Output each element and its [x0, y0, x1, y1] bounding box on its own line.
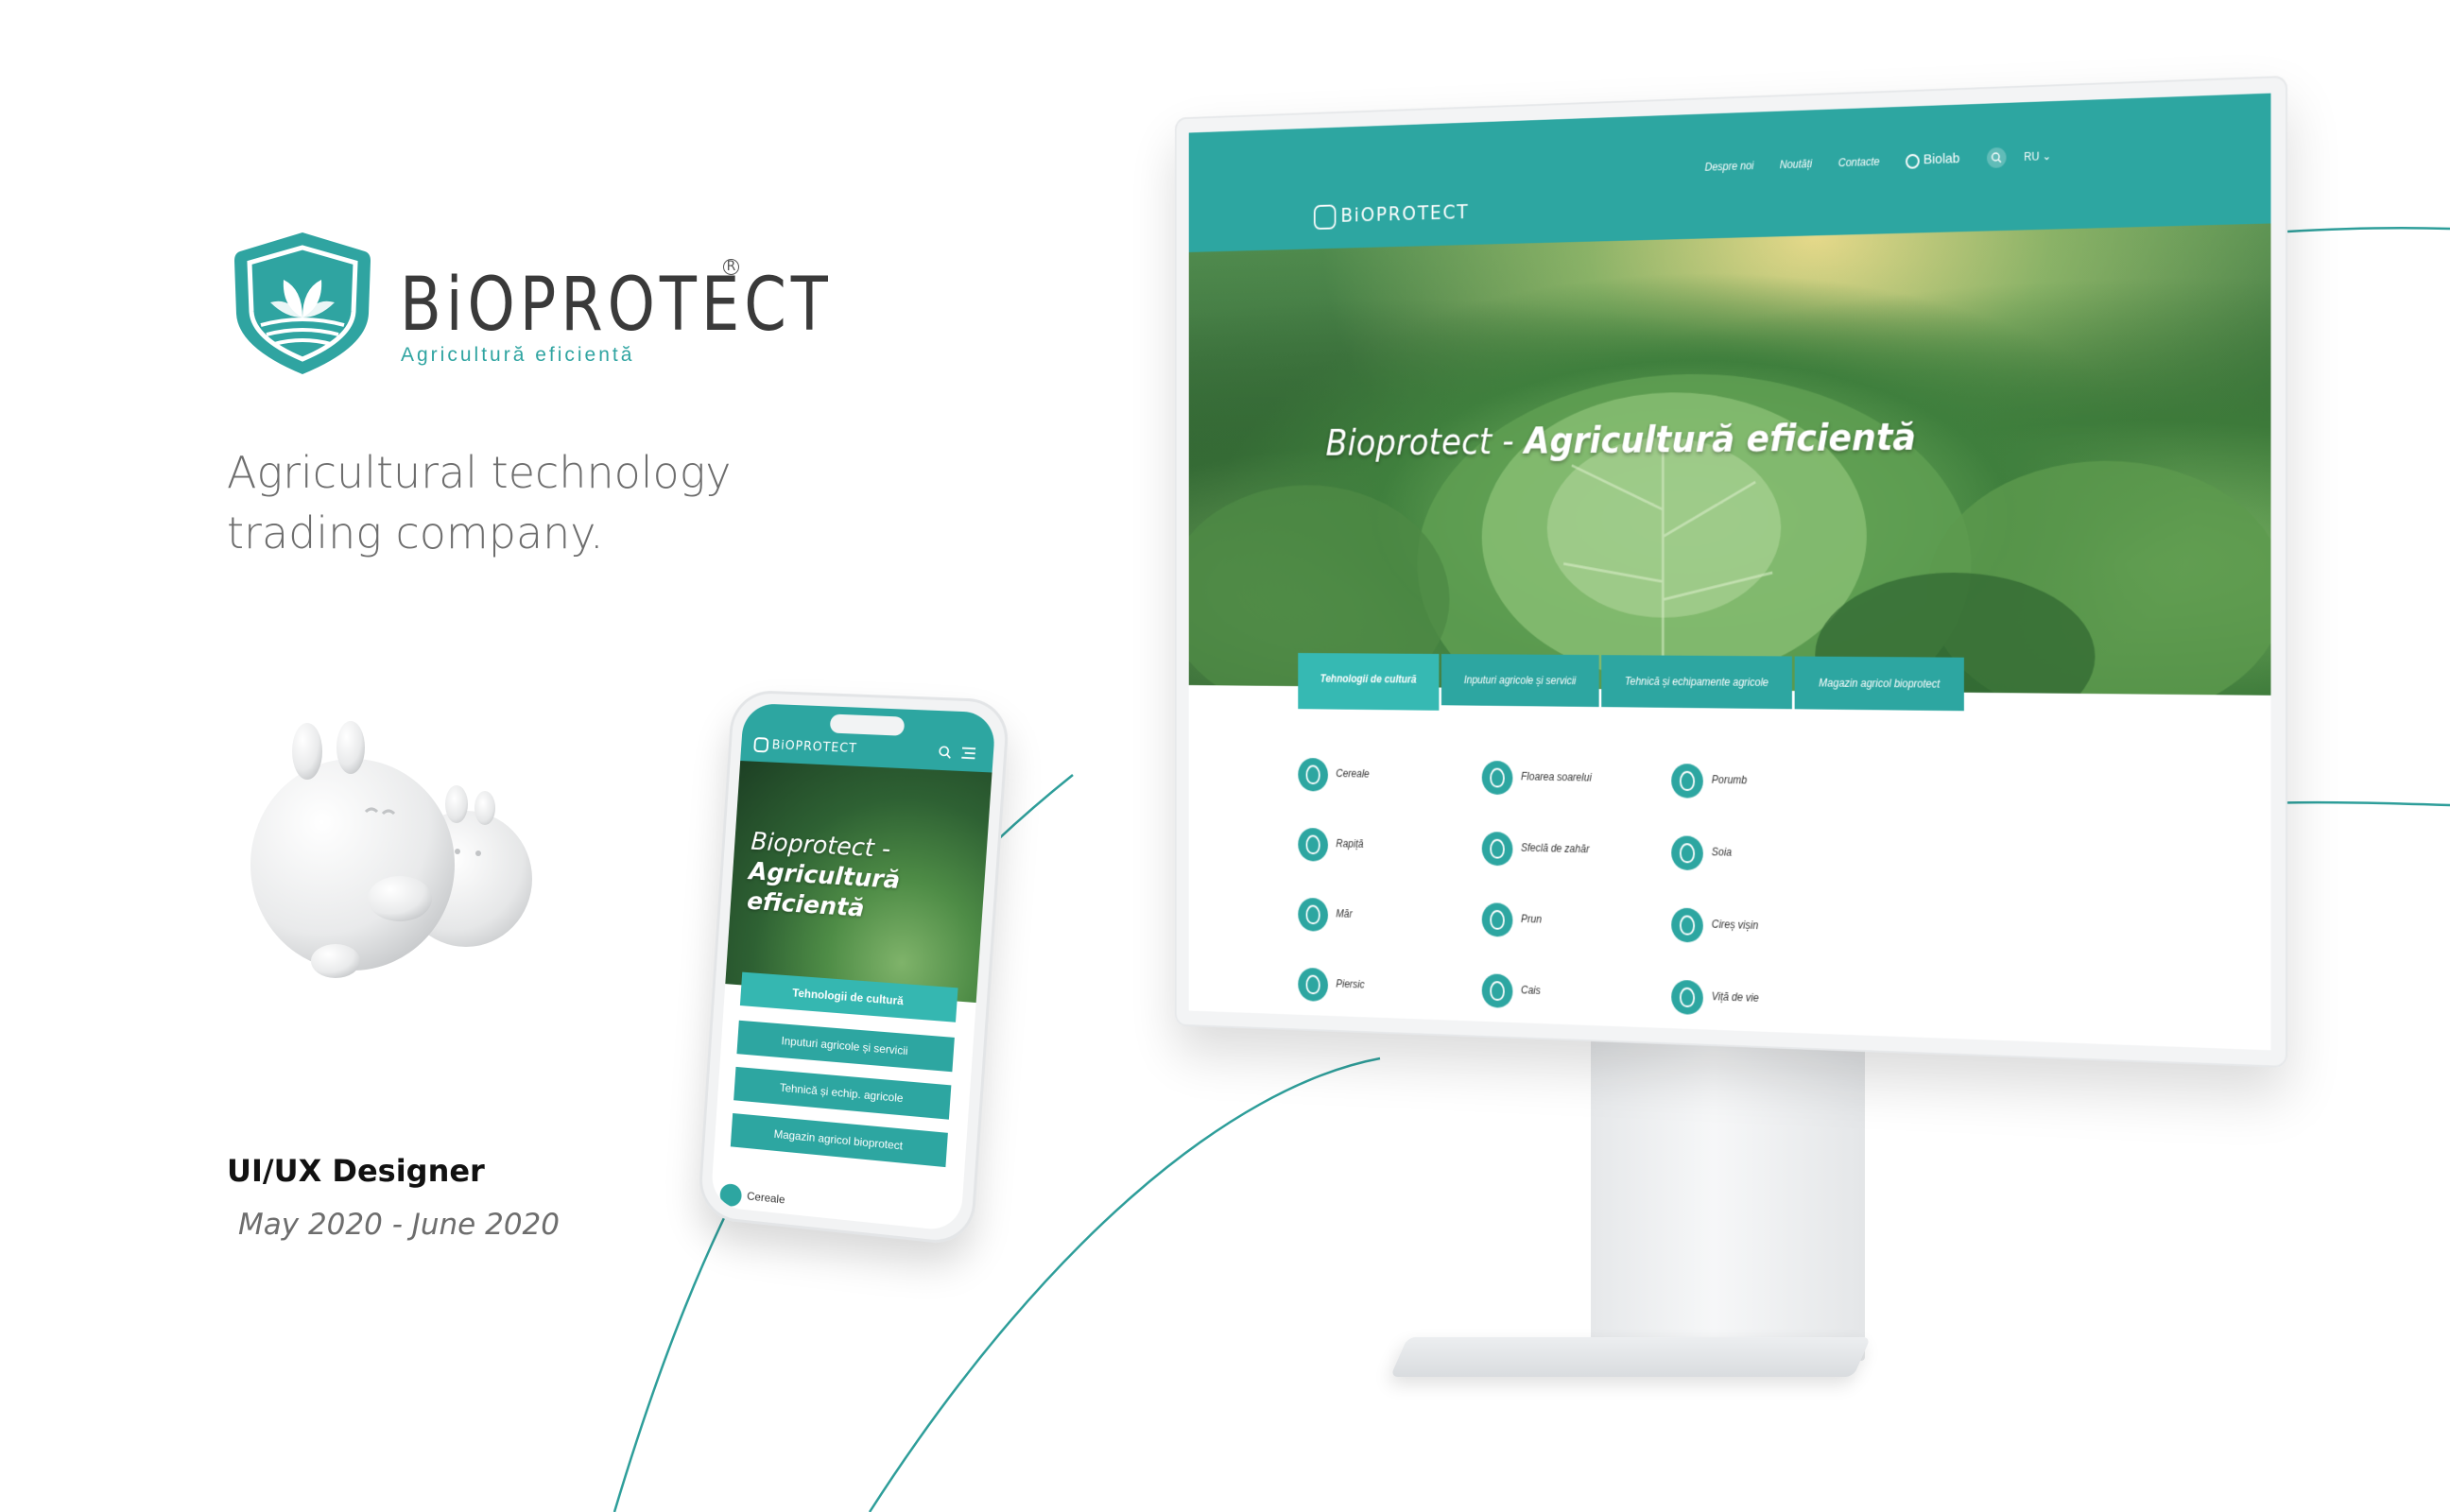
nav-link-contacts[interactable]: Contacte [1838, 155, 1880, 169]
desktop-main-menu: Despre noi Noutăți Contacte Biolab RU ⌄ [1705, 146, 2051, 184]
registered-mark: R [723, 259, 739, 275]
category-item-corn[interactable]: Porumb [1671, 763, 1875, 813]
monitor-stand-neck [1591, 1021, 1865, 1361]
nav-link-news[interactable]: Noutăți [1780, 158, 1812, 172]
leaf-shield-icon [1313, 204, 1337, 231]
category-item-apricot[interactable]: Cais [1481, 973, 1680, 1025]
category-item-cherry[interactable]: Cireș vișin [1671, 907, 1875, 958]
biolab-icon [1906, 153, 1921, 169]
wheat-icon [719, 1182, 743, 1208]
tab-agri-inputs[interactable]: Inputuri agricole și servicii [1441, 653, 1599, 708]
category-item-grapevine[interactable]: Viță de vie [1671, 979, 1875, 1032]
mobile-hero-banner: Bioprotect - Agricultură eficientă [725, 761, 992, 1004]
category-label: Porumb [1711, 773, 1748, 787]
tab-agri-store[interactable]: Magazin agricol bioprotect [1794, 656, 1965, 712]
phone-screen: BiOPROTECT Bioprotect - Agricultură efic… [710, 702, 996, 1232]
category-item-plum[interactable]: Prun [1481, 902, 1680, 953]
category-label: Măr [1336, 907, 1353, 920]
wheat-icon [1298, 757, 1329, 792]
corn-icon [1671, 763, 1703, 799]
grapes-icon [1671, 979, 1703, 1016]
category-item-soy[interactable]: Soia [1671, 835, 1875, 885]
category-label: Cireș vișin [1711, 918, 1759, 932]
role-dates: May 2020 - June 2020 [238, 1208, 560, 1242]
category-label: Cereale [1336, 766, 1370, 781]
category-label: Piersic [1336, 977, 1365, 991]
category-label: Cais [1521, 983, 1541, 997]
rapeseed-icon [1298, 827, 1329, 862]
desktop-screen: BiOPROTECT Despre noi Noutăți Contacte B… [1188, 93, 2271, 1051]
category-item-peach[interactable]: Piersic [1298, 967, 1490, 1019]
category-label: Prun [1521, 912, 1542, 926]
brand-tagline: Agricultură eficientă [401, 344, 635, 366]
tab-agri-equipment[interactable]: Tehnică și echipamente agricole [1601, 655, 1793, 710]
soybean-icon [1671, 835, 1703, 871]
mobile-logo-text: BiOPROTECT [771, 738, 858, 757]
desktop-section-tabs: Tehnologii de cultură Inputuri agricole ș… [1298, 652, 1967, 713]
phone-notch [829, 713, 906, 736]
company-description-line-1: Agricultural technology [227, 447, 732, 498]
chevron-down-icon: ⌄ [2042, 149, 2052, 163]
desktop-logo[interactable]: BiOPROTECT [1313, 200, 1470, 231]
nav-link-about[interactable]: Despre noi [1705, 160, 1754, 174]
biolab-label: Biolab [1923, 150, 1960, 168]
desktop-mockup: BiOPROTECT Despre noi Noutăți Contacte B… [1175, 76, 2287, 1068]
mobile-button-agri-inputs[interactable]: Inputuri agricole și servicii [736, 1020, 955, 1073]
peach-icon [1298, 967, 1329, 1003]
mobile-hero-title: Bioprotect - Agricultură eficientă [746, 827, 903, 926]
mobile-button-agri-equipment[interactable]: Tehnică și echip. agricole [733, 1066, 952, 1120]
cherry-icon [1671, 907, 1703, 943]
bunny-mascot-icon [250, 721, 532, 978]
desktop-hero-banner: Bioprotect - Agricultură eficientă [1188, 223, 2271, 696]
crop-category-grid: Cereale Floarea soarelui Porumb Rapiță S… [1298, 757, 2050, 1048]
leaf-shield-icon [753, 736, 769, 753]
category-item-sugar-beet[interactable]: Sfeclă de zahăr [1481, 831, 1680, 881]
mobile-category-label: Cereale [746, 1189, 785, 1207]
category-label: Soia [1711, 845, 1733, 859]
company-description-line-2: trading company. [227, 507, 604, 558]
desktop-hero-title: Bioprotect - Agricultură eficientă [1325, 417, 1916, 464]
mobile-button-agri-store[interactable]: Magazin agricol bioprotect [730, 1112, 948, 1168]
category-item-cereals[interactable]: Cereale [1298, 757, 1490, 805]
search-icon[interactable] [1986, 146, 2007, 169]
category-label: Viță de vie [1711, 989, 1759, 1005]
apple-icon [1298, 897, 1329, 932]
monitor-stand-base [1389, 1337, 1872, 1377]
desktop-logo-text: BiOPROTECT [1340, 201, 1470, 228]
category-label: Sfeclă de zahăr [1521, 841, 1590, 856]
apricot-icon [1481, 973, 1513, 1008]
category-item-rapeseed[interactable]: Rapiță [1298, 827, 1490, 876]
mobile-mockup: BiOPROTECT Bioprotect - Agricultură efic… [697, 689, 1011, 1247]
brand-wordmark: BiOPROTECT [400, 263, 833, 348]
language-label: RU [2024, 149, 2040, 163]
search-icon[interactable] [938, 745, 952, 759]
tab-crop-technologies[interactable]: Tehnologii de cultură [1298, 652, 1440, 711]
role-title: UI/UX Designer [227, 1153, 485, 1189]
plum-icon [1481, 902, 1513, 937]
brand-logo: BiOPROTECT R Agricultură eficientă [227, 227, 828, 387]
leaf-shield-icon [234, 232, 371, 374]
beet-icon [1481, 831, 1513, 867]
category-label: Rapiță [1336, 836, 1364, 850]
language-selector[interactable]: RU ⌄ [2024, 149, 2051, 163]
biolab-partner-link[interactable]: Biolab [1906, 150, 1960, 169]
company-description: Agricultural technology trading company. [227, 442, 756, 563]
desktop-hero-title-light: Bioprotect - [1325, 421, 1525, 465]
hamburger-menu-icon[interactable] [960, 747, 976, 761]
category-item-sunflower[interactable]: Floarea soarelui [1481, 760, 1680, 809]
desktop-hero-title-bold: Agricultură eficientă [1524, 416, 1917, 463]
category-item-apple[interactable]: Măr [1298, 897, 1490, 947]
sunflower-icon [1481, 760, 1513, 796]
mobile-logo[interactable]: BiOPROTECT [753, 736, 858, 757]
category-label: Floarea soarelui [1521, 769, 1592, 784]
